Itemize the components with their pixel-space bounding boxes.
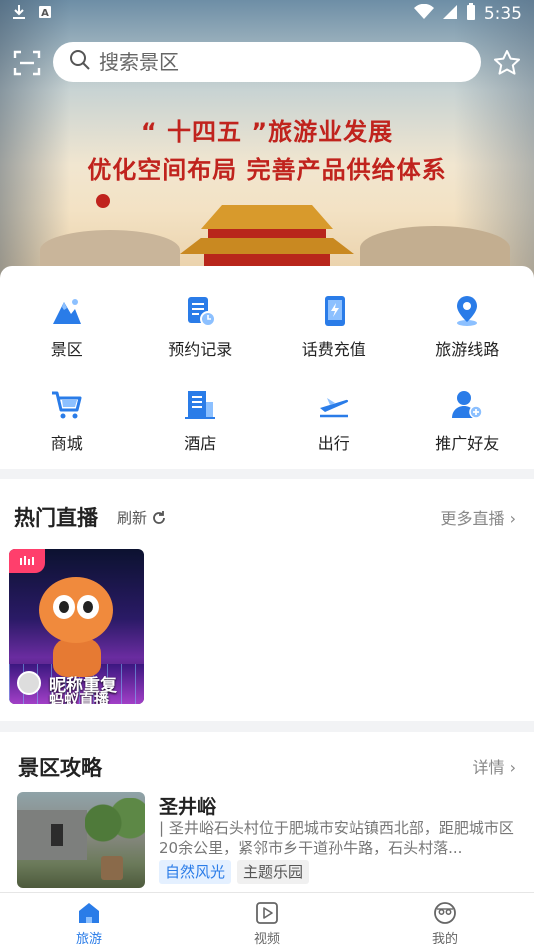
live-badge <box>9 549 45 573</box>
svg-text:A: A <box>41 8 49 19</box>
tab-profile[interactable]: 我的 <box>356 893 534 950</box>
tab-label: 我的 <box>431 932 458 947</box>
shortcut-label: 预约记录 <box>168 340 233 359</box>
video-icon <box>256 902 278 924</box>
banner-headline: “ 十四五 ”旅游业发展 <box>140 118 394 146</box>
shortcut-trip[interactable]: 出行 <box>267 388 401 454</box>
section-title-live: 热门直播 <box>14 506 98 530</box>
phone-recharge-icon <box>324 296 345 326</box>
palace-illustration <box>180 238 354 254</box>
location-pin-icon <box>457 296 478 326</box>
shortcut-booking-record[interactable]: 预约记录 <box>134 294 268 360</box>
shortcut-phone-recharge[interactable]: 话费充值 <box>267 294 401 360</box>
app-root: “ 十四五 ”旅游业发展 优化空间布局 完善产品供给体系 A 5:35 搜索景区… <box>0 0 534 950</box>
section-title-guide: 景区攻略 <box>18 756 102 780</box>
avatar <box>17 671 41 695</box>
cart-icon <box>51 391 82 419</box>
shortcut-label: 旅游线路 <box>435 340 500 359</box>
guide-item-description: | 圣井峪石头村位于肥城市安站镇西北部，距肥城市区20余公里，紧邻市乡干道孙牛路… <box>159 819 514 857</box>
shortcut-label: 商城 <box>50 434 83 453</box>
hot-live-section: 热门直播 刷新 更多直播 › 昵称重复 蚂蚁直播 <box>0 479 534 721</box>
guide-item-title[interactable]: 圣井峪 <box>159 792 216 819</box>
mascot-eye <box>53 595 75 619</box>
guide-detail-link[interactable]: 详情 › <box>473 754 517 778</box>
shortcut-label: 酒店 <box>184 434 217 453</box>
shortcut-invite-friend[interactable]: 推广好友 <box>401 388 534 454</box>
tag-natural-scenery: 自然风光 <box>159 860 232 884</box>
shortcut-panel: 景区 预约记录 话费充值 旅游线路 商城 酒店 出行 推广好友 <box>0 266 534 469</box>
shortcut-grid: 景区 预约记录 话费充值 旅游线路 商城 酒店 出行 推广好友 <box>0 294 534 454</box>
shortcut-label: 话费充值 <box>301 340 366 359</box>
scan-button[interactable] <box>12 48 42 78</box>
signal-icon <box>442 4 458 24</box>
thumbnail-image <box>101 856 123 880</box>
mascot-eye <box>77 595 99 619</box>
booking-record-icon <box>188 297 217 327</box>
favorite-button[interactable] <box>492 48 522 78</box>
thumbnail-image <box>85 798 145 848</box>
search-input[interactable] <box>99 50 459 74</box>
shortcut-travel-route[interactable]: 旅游线路 <box>401 294 534 360</box>
shortcut-scenic[interactable]: 景区 <box>0 294 134 360</box>
tab-label: 旅游 <box>75 932 102 947</box>
refresh-label: 刷新 <box>117 509 148 527</box>
guide-thumbnail[interactable] <box>17 792 145 888</box>
airplane-icon <box>319 398 348 418</box>
status-bar: A 5:35 <box>0 0 534 28</box>
shortcut-hotel[interactable]: 酒店 <box>134 388 268 454</box>
scenic-guide-section: 景区攻略 详情 › 圣井峪 | 圣井峪石头村位于肥城市安站镇西北部，距肥城市区2… <box>0 732 534 902</box>
more-live-link[interactable]: 更多直播 › <box>441 505 517 529</box>
shortcut-label: 景区 <box>50 340 83 359</box>
profile-face-icon <box>434 902 456 924</box>
banner-subheadline: 优化空间布局 完善产品供给体系 <box>87 156 447 184</box>
live-caption: 蚂蚁直播 <box>49 691 110 704</box>
scan-icon <box>13 50 41 76</box>
wifi-icon <box>413 3 434 24</box>
shortcut-mall[interactable]: 商城 <box>0 388 134 454</box>
tab-travel[interactable]: 旅游 <box>0 893 178 950</box>
tab-video[interactable]: 视频 <box>178 893 356 950</box>
hotel-icon <box>185 391 216 419</box>
status-time: 5:35 <box>483 4 522 24</box>
add-friend-icon <box>452 391 483 419</box>
mountain-icon <box>52 299 81 324</box>
live-card[interactable]: 昵称重复 蚂蚁直播 <box>9 549 144 704</box>
thumbnail-image <box>51 824 63 846</box>
refresh-button[interactable]: 刷新 <box>117 507 167 528</box>
battery-icon <box>466 3 476 25</box>
palace-illustration <box>201 205 333 229</box>
star-icon <box>494 50 520 75</box>
mascot-illustration <box>39 577 113 643</box>
download-icon <box>12 4 26 24</box>
banner-sun-decoration <box>96 194 110 208</box>
shortcut-label: 出行 <box>317 434 350 453</box>
shortcut-label: 推广好友 <box>435 434 500 453</box>
keyboard-a-icon: A <box>38 5 52 23</box>
search-icon <box>69 49 91 75</box>
tag-theme-park: 主题乐园 <box>237 860 310 884</box>
bottom-tab-bar: 旅游 视频 我的 <box>0 892 534 950</box>
live-bars-icon <box>20 556 34 565</box>
mountain-decoration <box>40 230 180 270</box>
home-icon <box>79 903 99 923</box>
search-bar[interactable] <box>53 42 481 82</box>
tab-label: 视频 <box>253 932 280 947</box>
refresh-icon <box>153 510 165 524</box>
mountain-decoration <box>360 226 510 270</box>
